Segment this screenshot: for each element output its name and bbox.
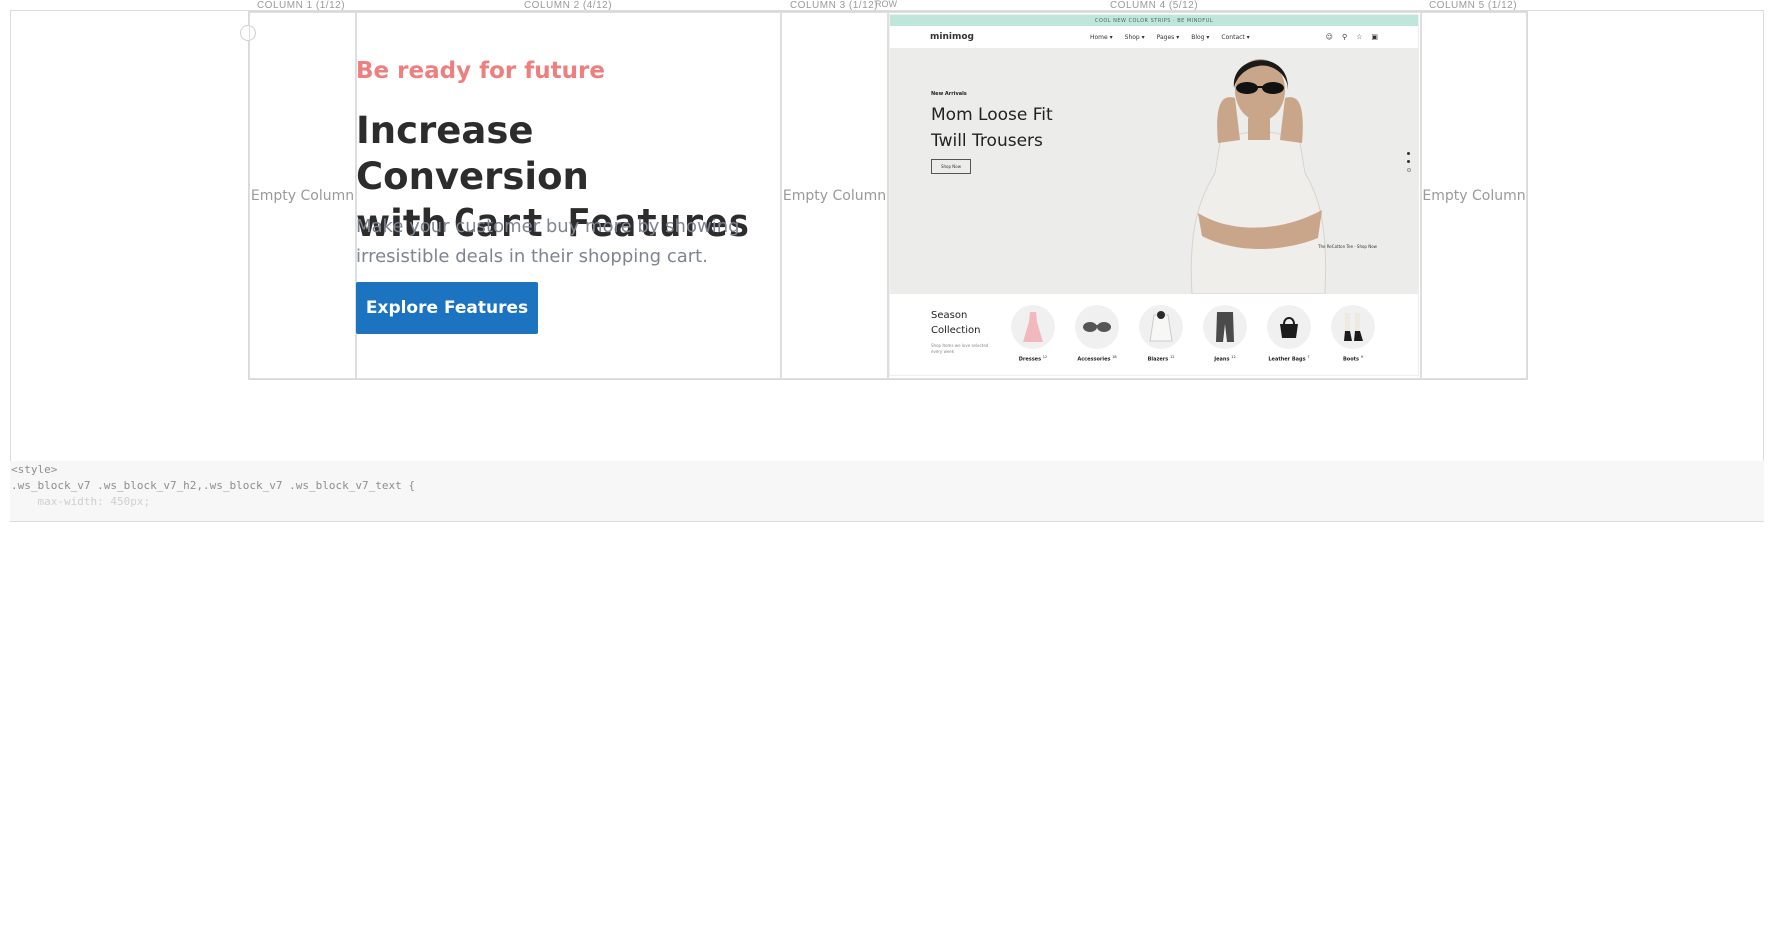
preview-menu: Home ▾ Shop ▾ Pages ▾ Blog ▾ Contact ▾ xyxy=(1090,34,1250,41)
dress-icon xyxy=(1011,305,1055,349)
category-count: 12 xyxy=(1169,355,1175,359)
empty-column-label: Empty Column xyxy=(782,187,887,204)
explore-features-button[interactable]: Explore Features xyxy=(356,282,538,334)
empty-column-label: Empty Column xyxy=(1422,187,1526,204)
category-name: Accessories xyxy=(1077,356,1111,363)
category-count: 9 xyxy=(1360,355,1364,359)
category-item: Blazers 12 xyxy=(1138,305,1184,363)
category-name: Dresses xyxy=(1018,356,1042,363)
preview-menu-item: Home ▾ xyxy=(1090,33,1113,41)
code-line: <style> xyxy=(11,463,58,476)
code-line: .ws_block_v7 .ws_block_v7_h2,.ws_block_v… xyxy=(11,479,415,492)
column-4-label: COLUMN 4 (5/12) xyxy=(1109,0,1199,11)
css-code-editor[interactable]: <style> .ws_block_v7 .ws_block_v7_h2,.ws_… xyxy=(10,461,1764,521)
sunglasses-icon xyxy=(1075,305,1119,349)
category-count: 18 xyxy=(1112,355,1117,359)
preview-menu-item: Contact ▾ xyxy=(1221,33,1250,41)
column-3-label: COLUMN 3 (1/12) xyxy=(789,0,879,11)
bag-icon xyxy=(1267,305,1311,349)
user-icon: ☺ xyxy=(1325,33,1333,41)
preview-season-title: Season Collection xyxy=(931,310,981,336)
preview-nav-icons: ☺ ⚲ ☆ ▣ xyxy=(1326,33,1378,41)
search-icon: ⚲ xyxy=(1341,33,1348,41)
column-1[interactable]: Empty Column xyxy=(249,12,356,379)
row-label: ROW xyxy=(875,0,897,9)
announcement-bar: COOL NEW COLOR STRIPS · BE MINDFUL xyxy=(890,15,1418,26)
hero-eyebrow: Be ready for future xyxy=(356,58,605,84)
blazer-icon xyxy=(1139,305,1183,349)
preview-season-subtitle: Shop Items we love selected every week xyxy=(931,343,989,354)
category-count: 12 xyxy=(1042,355,1048,359)
column-3[interactable]: Empty Column xyxy=(781,12,888,379)
preview-menu-item: Shop ▾ xyxy=(1124,33,1145,41)
cart-icon: ▣ xyxy=(1371,33,1378,41)
preview-logo: minimog xyxy=(930,32,974,42)
star-icon: ☆ xyxy=(1356,33,1363,41)
category-item: Jeans 12 xyxy=(1202,305,1248,363)
column-5[interactable]: Empty Column xyxy=(1421,12,1527,379)
code-line: max-width: 450px; xyxy=(11,495,151,508)
category-item: Accessories 18 xyxy=(1074,305,1120,363)
category-item: Leather Bags 7 xyxy=(1266,305,1312,363)
category-count: 7 xyxy=(1307,355,1310,359)
category-item: Dresses 12 xyxy=(1010,305,1056,363)
preview-shop-button: Shop Now xyxy=(931,159,971,174)
category-count: 12 xyxy=(1231,355,1236,359)
preview-hero-title: Mom Loose Fit Twill Trousers xyxy=(931,105,1053,151)
preview-hero-eyebrow: New Arrivals xyxy=(931,91,967,97)
category-name: Blazers xyxy=(1147,356,1169,363)
carousel-dots xyxy=(1407,152,1411,177)
hero-subtext: Make your customer buy more by showing i… xyxy=(356,216,740,267)
preview-menu-item: Blog ▾ xyxy=(1191,33,1210,41)
preview-categories: Dresses 12 Accessories 18 Blazers 12 Jea… xyxy=(1010,305,1376,363)
preview-nav: minimog Home ▾ Shop ▾ Pages ▾ Blog ▾ Con… xyxy=(890,26,1418,48)
category-item: Boots 9 xyxy=(1330,305,1376,363)
category-name: Boots xyxy=(1342,356,1360,363)
column-2-label: COLUMN 2 (4/12) xyxy=(523,0,613,11)
jeans-icon xyxy=(1203,305,1247,349)
preview-menu-item: Pages ▾ xyxy=(1156,33,1180,41)
column-5-label: COLUMN 5 (1/12) xyxy=(1428,0,1518,11)
column-1-label: COLUMN 1 (1/12) xyxy=(256,0,346,11)
category-name: Jeans xyxy=(1214,356,1230,363)
category-name: Leather Bags xyxy=(1268,356,1306,363)
store-preview-image: COOL NEW COLOR STRIPS · BE MINDFUL minim… xyxy=(889,14,1419,376)
boots-icon xyxy=(1331,305,1375,349)
preview-hero-caption: The ReCotton Tee · Shop Now xyxy=(1318,244,1377,249)
empty-column-label: Empty Column xyxy=(250,187,355,204)
